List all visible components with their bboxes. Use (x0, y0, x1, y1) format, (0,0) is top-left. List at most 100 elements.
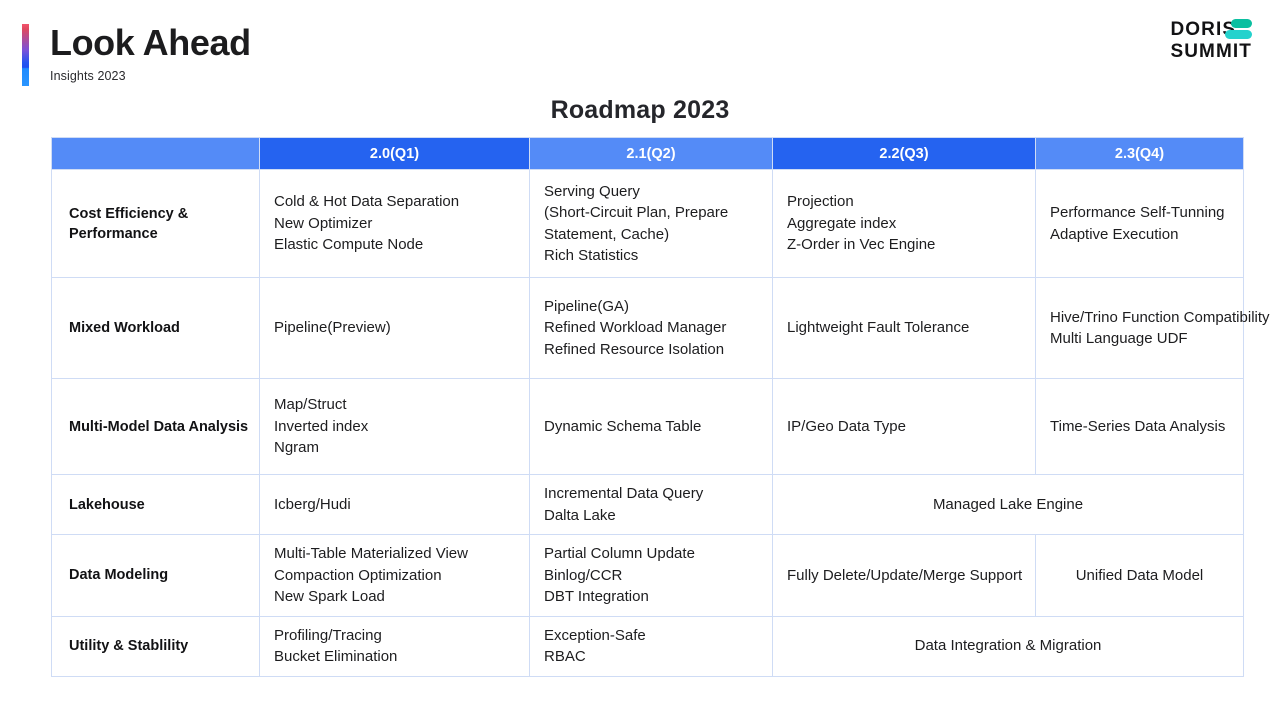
cell-q2: Pipeline(GA) Refined Workload Manager Refi… (529, 277, 773, 379)
cell-text-line: Performance Self-Tunning (1050, 204, 1225, 221)
cell-text-line: Fully Delete/Update/Merge Support (787, 566, 1023, 584)
cell-text-line: Pipeline(Preview) (274, 319, 391, 337)
cell-q3: Fully Delete/Update/Merge Support (772, 534, 1036, 617)
cell-text-line: Inverted index (274, 417, 369, 435)
header-title-block: Look Ahead Insights 2023 (50, 20, 251, 83)
slide-header: Look Ahead Insights 2023 DORIS SUMMIT (0, 0, 1280, 92)
cell-text-line: Hive/Trino Function Compatibility (1050, 308, 1270, 326)
cell-text: Cold & Hot Data Separation New Optimizer E… (274, 191, 519, 256)
cell-text-line: Map/Struct (274, 396, 347, 414)
cell-text-line: New Optimizer (274, 214, 373, 232)
column-header-q4: 2.3(Q4) (1035, 137, 1244, 170)
column-header-q1: 2.0(Q1) (259, 137, 530, 170)
cell-q3: IP/Geo Data Type (772, 378, 1036, 475)
cell-text-line: RBAC (544, 648, 586, 665)
cell-text: Lightweight Fault Tolerance (787, 317, 1025, 339)
cell-q4: Time-Series Data Analysis (1035, 378, 1244, 475)
cell-text: Partial Column Update Binlog/CCR DBT Integ… (544, 543, 762, 608)
cell-q2: Exception-Safe RBAC (529, 615, 773, 677)
cell-q3-q4-merged: Data Integration & Migration (772, 615, 1244, 677)
table-row: Mixed Workload Pipeline(Preview) Pipelin… (51, 277, 1270, 379)
deck-subtitle: Insights 2023 (50, 69, 126, 83)
cell-text: Profiling/Tracing Bucket Elimination (274, 625, 519, 668)
cell-q1: Profiling/Tracing Bucket Elimination (259, 615, 530, 677)
cell-text: Fully Delete/Update/Merge Support (787, 565, 1025, 587)
cell-q1: Map/Struct Inverted index Ngram (259, 378, 530, 475)
cell-q2: Incremental Data Query Dalta Lake (529, 474, 773, 535)
table-row: Lakehouse Icberg/Hudi Incremental Data Q… (51, 474, 1244, 535)
cell-text-line: Lightweight Fault Tolerance (787, 319, 970, 337)
cell-text-line: Binlog/CCR (544, 566, 623, 584)
cell-text-line: Adaptive Execution (1050, 225, 1179, 243)
cell-q3: Projection Aggregate index Z-Order in Vec … (772, 169, 1036, 278)
roadmap-table-wrapper: 2.0(Q1) 2.1(Q2) 2.2(Q3) 2.3(Q4) Cost Eff… (51, 137, 1270, 677)
cell-text-line: Aggregate index (787, 214, 897, 232)
cell-text: Dynamic Schema Table (544, 416, 762, 438)
cell-q4: Unified Data Model (1035, 534, 1244, 617)
stacked-bars-icon-top (1231, 19, 1252, 28)
column-header-category (51, 137, 260, 170)
cell-text-line: Refined Workload Manager (544, 319, 727, 337)
cell-text-line: Dynamic Schema Table (544, 417, 702, 435)
table-row: Data Modeling Multi-Table Materialized V… (51, 534, 1244, 617)
cell-text: Incremental Data Query Dalta Lake (544, 483, 762, 526)
cell-text-line: Managed Lake Engine (932, 495, 1084, 513)
cell-text-line: Icberg/Hudi (274, 495, 351, 513)
cell-text: Performance Self-Tunning Adaptive Executi… (1050, 202, 1233, 245)
cell-text-line: New Spark Load (274, 588, 385, 605)
cell-q3-q4-merged: Managed Lake Engine (772, 474, 1244, 535)
cell-q1: Cold & Hot Data Separation New Optimizer E… (259, 169, 530, 278)
cell-text: Time-Series Data Analysis (1050, 416, 1233, 438)
cell-text-line: Data Integration & Migration (914, 637, 1102, 655)
row-label: Utility & Stablility (51, 615, 260, 677)
cell-text-line: Exception-Safe (544, 626, 646, 644)
roadmap-table: 2.0(Q1) 2.1(Q2) 2.2(Q3) 2.3(Q4) Cost Eff… (51, 137, 1270, 677)
cell-text-line: Dalta Lake (544, 506, 616, 524)
cell-q4: Performance Self-Tunning Adaptive Executi… (1035, 169, 1244, 278)
cell-q2: Dynamic Schema Table (529, 378, 773, 475)
cell-text-line: Time-Series Data Analysis (1050, 417, 1226, 435)
cell-text-line: IP/Geo Data Type (787, 417, 906, 435)
cell-q3: Lightweight Fault Tolerance (772, 277, 1036, 379)
cell-text-line: Unified Data Model (1075, 566, 1204, 584)
cell-text-line: Serving Query (544, 182, 640, 200)
cell-text-line: Multi Language UDF (1050, 330, 1188, 347)
deck-title: Look Ahead (50, 22, 251, 63)
column-header-q3: 2.2(Q3) (772, 137, 1036, 170)
cell-q2: Serving Query (Short-Circuit Plan, Prepar… (529, 169, 773, 278)
cell-text-line: Ngram (274, 439, 320, 457)
cell-text-line: Refined Resource Isolation (544, 340, 725, 358)
cell-text-line: Partial Column Update (544, 545, 695, 562)
cell-q4: Hive/Trino Function Compatibility Multi L… (1035, 277, 1270, 379)
cell-text: Projection Aggregate index Z-Order in Vec … (787, 191, 1025, 256)
cell-q1: Multi-Table Materialized View Compaction … (259, 534, 530, 617)
row-label: Data Modeling (51, 534, 260, 617)
column-header-q2: 2.1(Q2) (529, 137, 773, 170)
cell-text-line: Projection (787, 193, 854, 211)
accent-gradient-bar (22, 24, 29, 86)
cell-text: Pipeline(GA) Refined Workload Manager Refi… (544, 296, 762, 361)
row-label: Mixed Workload (51, 277, 260, 379)
cell-text-line: DBT Integration (544, 588, 649, 605)
cell-text-line: Rich Statistics (544, 247, 639, 264)
cell-text-line: Incremental Data Query (544, 485, 704, 502)
cell-text: IP/Geo Data Type (787, 416, 1025, 438)
cell-text-line: Bucket Elimination (274, 648, 398, 665)
table-row: Cost Efficiency & Performance Cold & Hot… (51, 169, 1244, 278)
cell-text: Unified Data Model (1046, 565, 1233, 587)
logo-text-summit: SUMMIT (1170, 41, 1252, 62)
cell-text-line: Compaction Optimization (274, 566, 442, 584)
table-row: Multi-Model Data Analysis Map/Struct Inve… (51, 378, 1244, 475)
cell-q1: Pipeline(Preview) (259, 277, 530, 379)
table-header: 2.0(Q1) 2.1(Q2) 2.2(Q3) 2.3(Q4) (51, 137, 1244, 170)
cell-text-line: Cold & Hot Data Separation (274, 193, 460, 211)
cell-text: Exception-Safe RBAC (544, 625, 762, 668)
slide-root: Look Ahead Insights 2023 DORIS SUMMIT Ro… (0, 0, 1280, 716)
row-label: Lakehouse (51, 474, 260, 535)
stacked-bars-icon-bottom (1225, 30, 1252, 39)
cell-text-line: Elastic Compute Node (274, 236, 424, 254)
row-label: Multi-Model Data Analysis (51, 378, 260, 475)
cell-q1: Icberg/Hudi (259, 474, 530, 535)
cell-text: Icberg/Hudi (274, 494, 519, 516)
cell-text-line: (Short-Circuit Plan, Prepare Statement, … (544, 204, 729, 243)
